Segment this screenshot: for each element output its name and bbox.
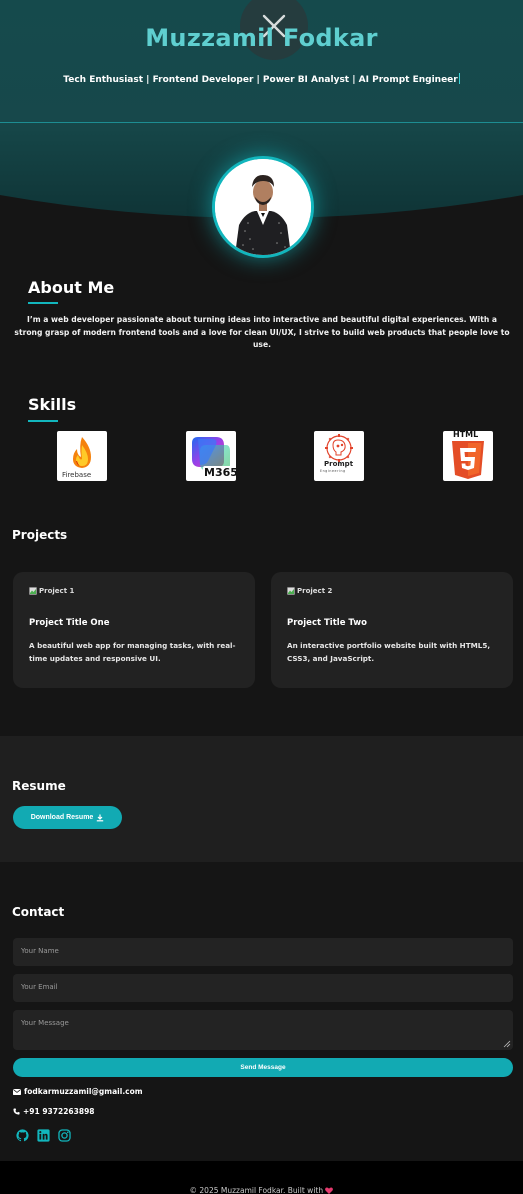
instagram-icon[interactable] — [58, 1129, 71, 1142]
github-icon[interactable] — [16, 1129, 29, 1142]
project-description: A beautiful web app for managing tasks, … — [29, 641, 236, 663]
skill-label-m365: M365 — [203, 466, 236, 479]
project-image-broken: Project 2 — [287, 587, 332, 595]
footer-text: © 2025 Muzzamil Fodkar. Built with — [0, 1186, 523, 1194]
send-message-button[interactable]: Send Message — [13, 1058, 513, 1077]
message-field[interactable]: Your Message — [13, 1010, 513, 1050]
skills-underline — [28, 420, 58, 422]
project-card[interactable]: Project 2 Project Title Two An interacti… — [271, 572, 513, 688]
project-title: Project Title Two — [287, 618, 367, 628]
skill-prompt-engineering: Prompt Engineering — [314, 431, 364, 481]
profile-avatar — [212, 156, 314, 258]
about-text: I’m a web developer passionate about tur… — [14, 315, 510, 349]
download-resume-label: Download Resume — [30, 814, 94, 821]
typing-caret — [458, 73, 460, 84]
broken-image-icon — [287, 587, 295, 595]
email-field[interactable]: Your Email — [13, 974, 513, 1002]
name-field[interactable]: Your Name — [13, 938, 513, 966]
broken-image-icon — [29, 587, 37, 595]
contact-phone[interactable]: +91 9372263898 — [13, 1107, 95, 1116]
project-card[interactable]: Project 1 Project Title One A beautiful … — [13, 572, 255, 688]
site-title: Muzzamil Fodkar — [145, 24, 378, 52]
project-description: An interactive portfolio website built w… — [287, 641, 491, 663]
contact-email-text: fodkarmuzzamil@gmail.com — [24, 1087, 143, 1096]
skill-html5: HTML — [443, 431, 493, 481]
linkedin-icon[interactable] — [37, 1129, 50, 1142]
contact-email[interactable]: fodkarmuzzamil@gmail.com — [13, 1087, 143, 1096]
skill-sublabel-prompt: Engineering — [320, 469, 346, 473]
project-image-broken: Project 1 — [29, 587, 74, 595]
profile-photo — [215, 159, 311, 255]
skill-label-prompt: Prompt — [324, 460, 354, 468]
skill-firebase: Firebase — [57, 431, 107, 481]
about-underline — [28, 302, 58, 304]
resize-handle-icon[interactable] — [503, 1040, 511, 1048]
envelope-icon — [13, 1088, 21, 1095]
contact-phone-text: +91 9372263898 — [23, 1107, 95, 1116]
skill-m365: M365 — [186, 431, 236, 481]
skill-label-firebase: Firebase — [62, 471, 92, 479]
resume-heading: Resume — [12, 779, 66, 793]
contact-heading: Contact — [12, 905, 65, 919]
tagline: Tech Enthusiast | Frontend Developer | P… — [63, 73, 460, 85]
skills-heading: Skills — [28, 395, 77, 414]
about-heading: About Me — [28, 278, 115, 297]
download-resume-button[interactable]: Download Resume — [13, 806, 122, 829]
phone-icon — [13, 1108, 20, 1115]
project-title: Project Title One — [29, 618, 110, 628]
resume-section — [0, 736, 523, 862]
heart-icon — [325, 1187, 334, 1194]
prompt-engineering-icon — [325, 434, 353, 462]
download-icon — [97, 814, 104, 821]
skill-label-html: HTML — [453, 431, 479, 439]
message-placeholder: Your Message — [21, 1019, 69, 1027]
projects-heading: Projects — [12, 528, 68, 542]
